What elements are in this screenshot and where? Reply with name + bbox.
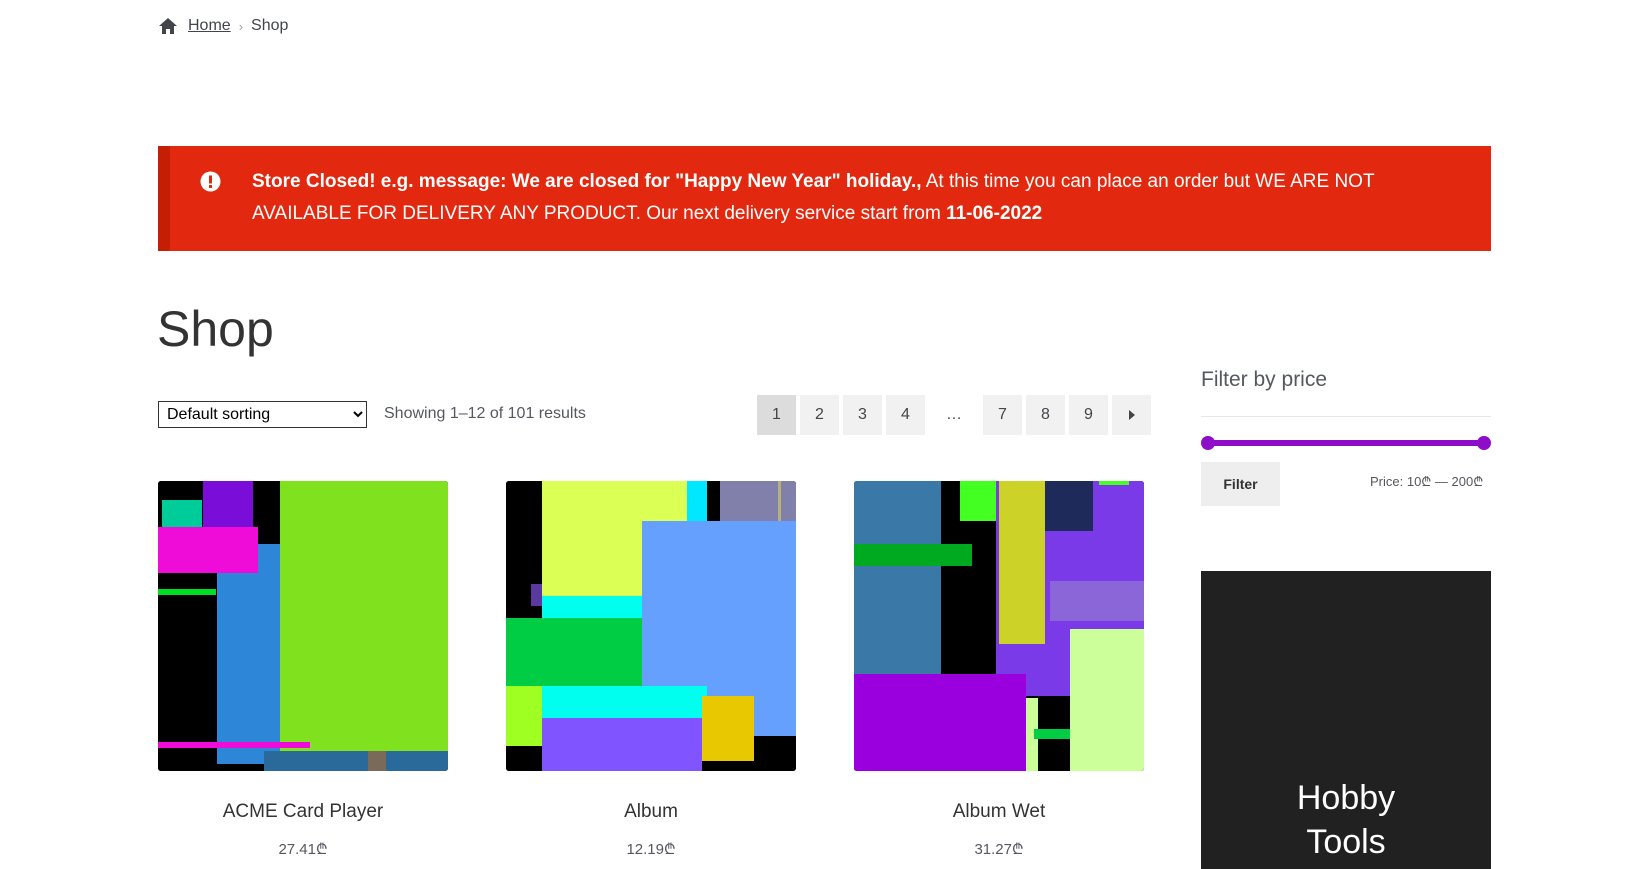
product-name[interactable]: Album Wet <box>854 801 1144 823</box>
product-name[interactable]: ACME Card Player <box>158 801 448 823</box>
price-range-track <box>1208 440 1484 446</box>
banner-text: Hobby Tools <box>1201 776 1491 864</box>
product-price: 27.41₾ <box>278 841 328 858</box>
product-price: 31.27₾ <box>974 841 1024 858</box>
alert-icon <box>200 171 221 192</box>
product-image[interactable] <box>506 481 796 771</box>
product-name[interactable]: Album <box>506 801 796 823</box>
page-link-current: 1 <box>757 395 796 435</box>
page-ellipsis: … <box>946 406 962 423</box>
breadcrumb: Home › Shop <box>158 17 288 35</box>
filter-by-price-title: Filter by price <box>1201 368 1328 391</box>
breadcrumb-current: Shop <box>251 17 289 34</box>
result-count: Showing 1–12 of 101 results <box>384 405 586 422</box>
notice-message: Store Closed! e.g. message: We are close… <box>252 166 1451 230</box>
page-link[interactable]: 4 <box>886 395 925 435</box>
price-range-slider[interactable] <box>1201 436 1491 450</box>
pagination: 1 2 3 4 … 7 8 9 <box>757 395 1151 435</box>
breadcrumb-separator: › <box>238 18 244 34</box>
banner-line: Tools <box>1306 823 1386 861</box>
arrow-right-icon <box>1128 410 1135 420</box>
breadcrumb-home-link[interactable]: Home <box>188 17 231 35</box>
page-link[interactable]: 2 <box>800 395 839 435</box>
sorting-select[interactable]: Default sorting <box>158 401 367 428</box>
banner-line: Hobby <box>1296 779 1396 817</box>
page-link[interactable]: 3 <box>843 395 882 435</box>
product-price: 12.19₾ <box>626 841 676 858</box>
page-link[interactable]: 9 <box>1069 395 1108 435</box>
filter-button[interactable]: Filter <box>1201 462 1280 506</box>
price-min-handle[interactable] <box>1201 436 1215 450</box>
hobby-tools-banner[interactable]: Hobby Tools <box>1201 571 1491 869</box>
home-icon <box>159 18 177 34</box>
page-link[interactable]: 7 <box>983 395 1022 435</box>
product-image[interactable] <box>854 481 1144 771</box>
product-card[interactable]: ACME Card Player 27.41₾ <box>158 481 448 859</box>
page-title: Shop <box>157 301 274 357</box>
product-image[interactable] <box>158 481 448 771</box>
store-closed-notice: Store Closed! e.g. message: We are close… <box>158 146 1491 251</box>
widget-divider <box>1201 416 1491 417</box>
product-card[interactable]: Album 12.19₾ <box>506 481 796 859</box>
notice-date: 11-06-2022 <box>946 203 1043 224</box>
price-max-handle[interactable] <box>1477 436 1491 450</box>
page-link[interactable]: 8 <box>1026 395 1065 435</box>
next-page-button[interactable] <box>1112 395 1151 435</box>
product-card[interactable]: Album Wet 31.27₾ <box>854 481 1144 859</box>
notice-bold-text: Store Closed! e.g. message: We are close… <box>252 171 922 192</box>
price-range-label: Price: 10₾ — 200₾ <box>1370 474 1484 489</box>
